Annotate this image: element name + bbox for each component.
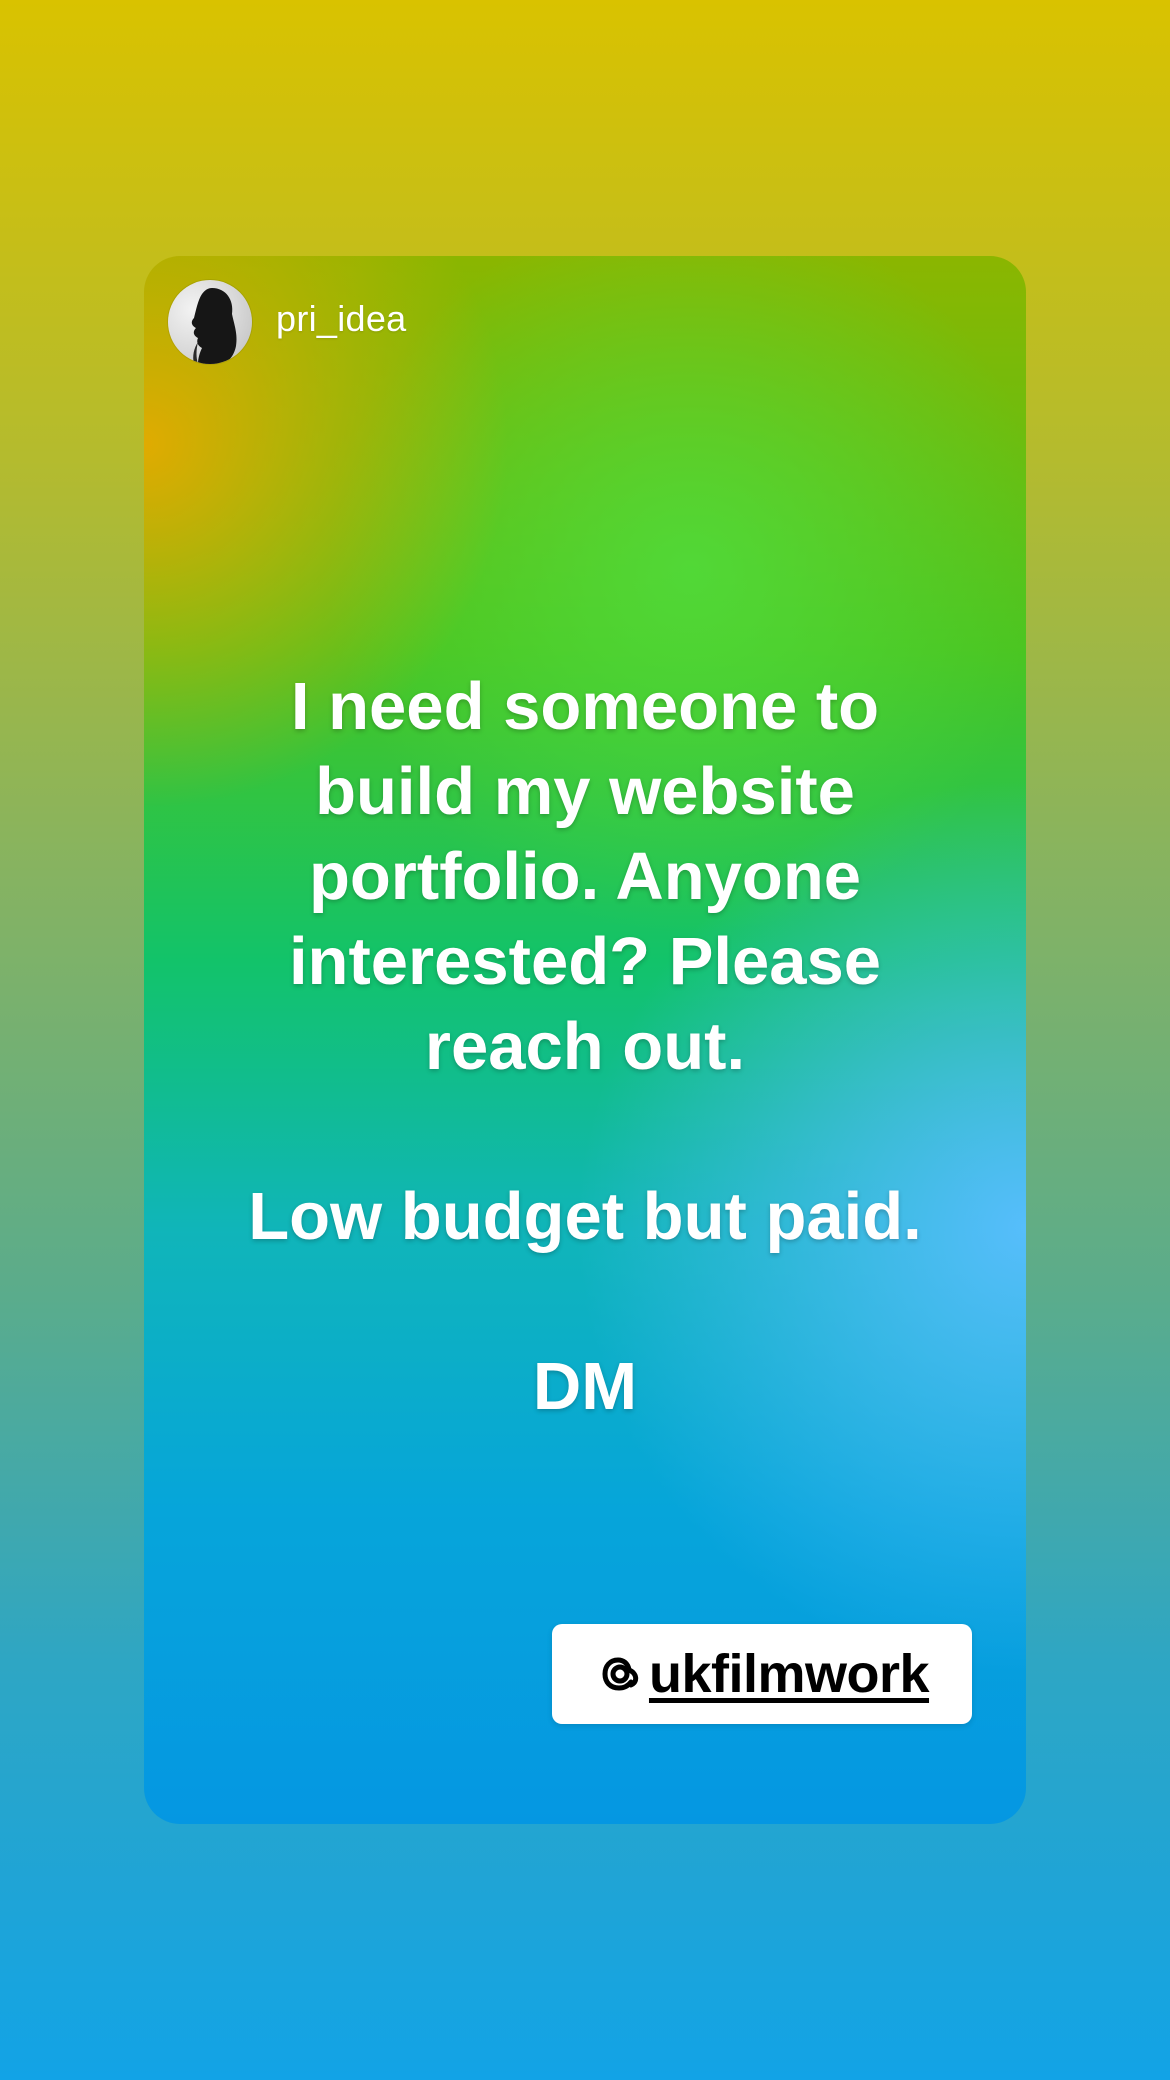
mention-handle[interactable]: ukfilmwork xyxy=(649,1643,930,1705)
story-text: I need someone to build my website portf… xyxy=(184,664,986,1429)
story-text-line: I need someone to xyxy=(290,669,880,744)
story-card: pri_idea I need someone to build my webs… xyxy=(144,256,1026,1824)
story-text-line: build my website xyxy=(315,754,855,829)
story-text-line: Low budget but paid. xyxy=(248,1179,922,1254)
story-text-line: interested? Please xyxy=(288,924,882,999)
mention-sticker[interactable]: ukfilmwork xyxy=(552,1624,972,1724)
profile-avatar[interactable] xyxy=(168,280,252,364)
story-text-line: reach out. xyxy=(424,1009,746,1084)
threads-at-icon xyxy=(595,1649,645,1699)
story-username[interactable]: pri_idea xyxy=(276,298,407,340)
profile-silhouette-icon xyxy=(191,288,237,364)
story-text-line: portfolio. Anyone xyxy=(308,839,862,914)
story-text-line: DM xyxy=(532,1349,638,1424)
